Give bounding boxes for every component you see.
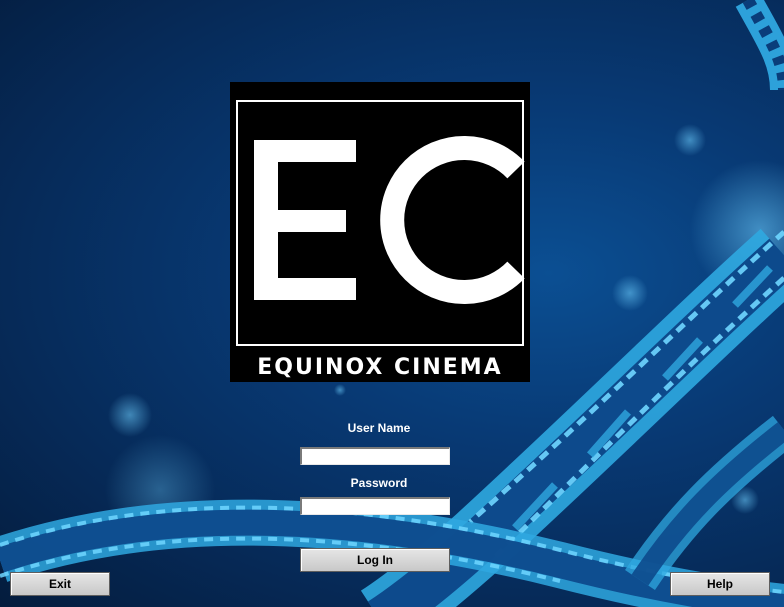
exit-button[interactable]: Exit <box>10 572 110 596</box>
username-field[interactable] <box>300 447 450 465</box>
password-field[interactable] <box>300 497 450 515</box>
logo-name: EQUINOX CINEMA <box>257 355 503 380</box>
equinox-cinema-logo: EQUINOX CINEMA <box>230 82 530 382</box>
help-button[interactable]: Help <box>670 572 770 596</box>
username-label: User Name <box>347 421 411 435</box>
login-button[interactable]: Log In <box>300 548 450 572</box>
password-label: Password <box>350 476 408 490</box>
ec-monogram-icon <box>254 136 525 304</box>
